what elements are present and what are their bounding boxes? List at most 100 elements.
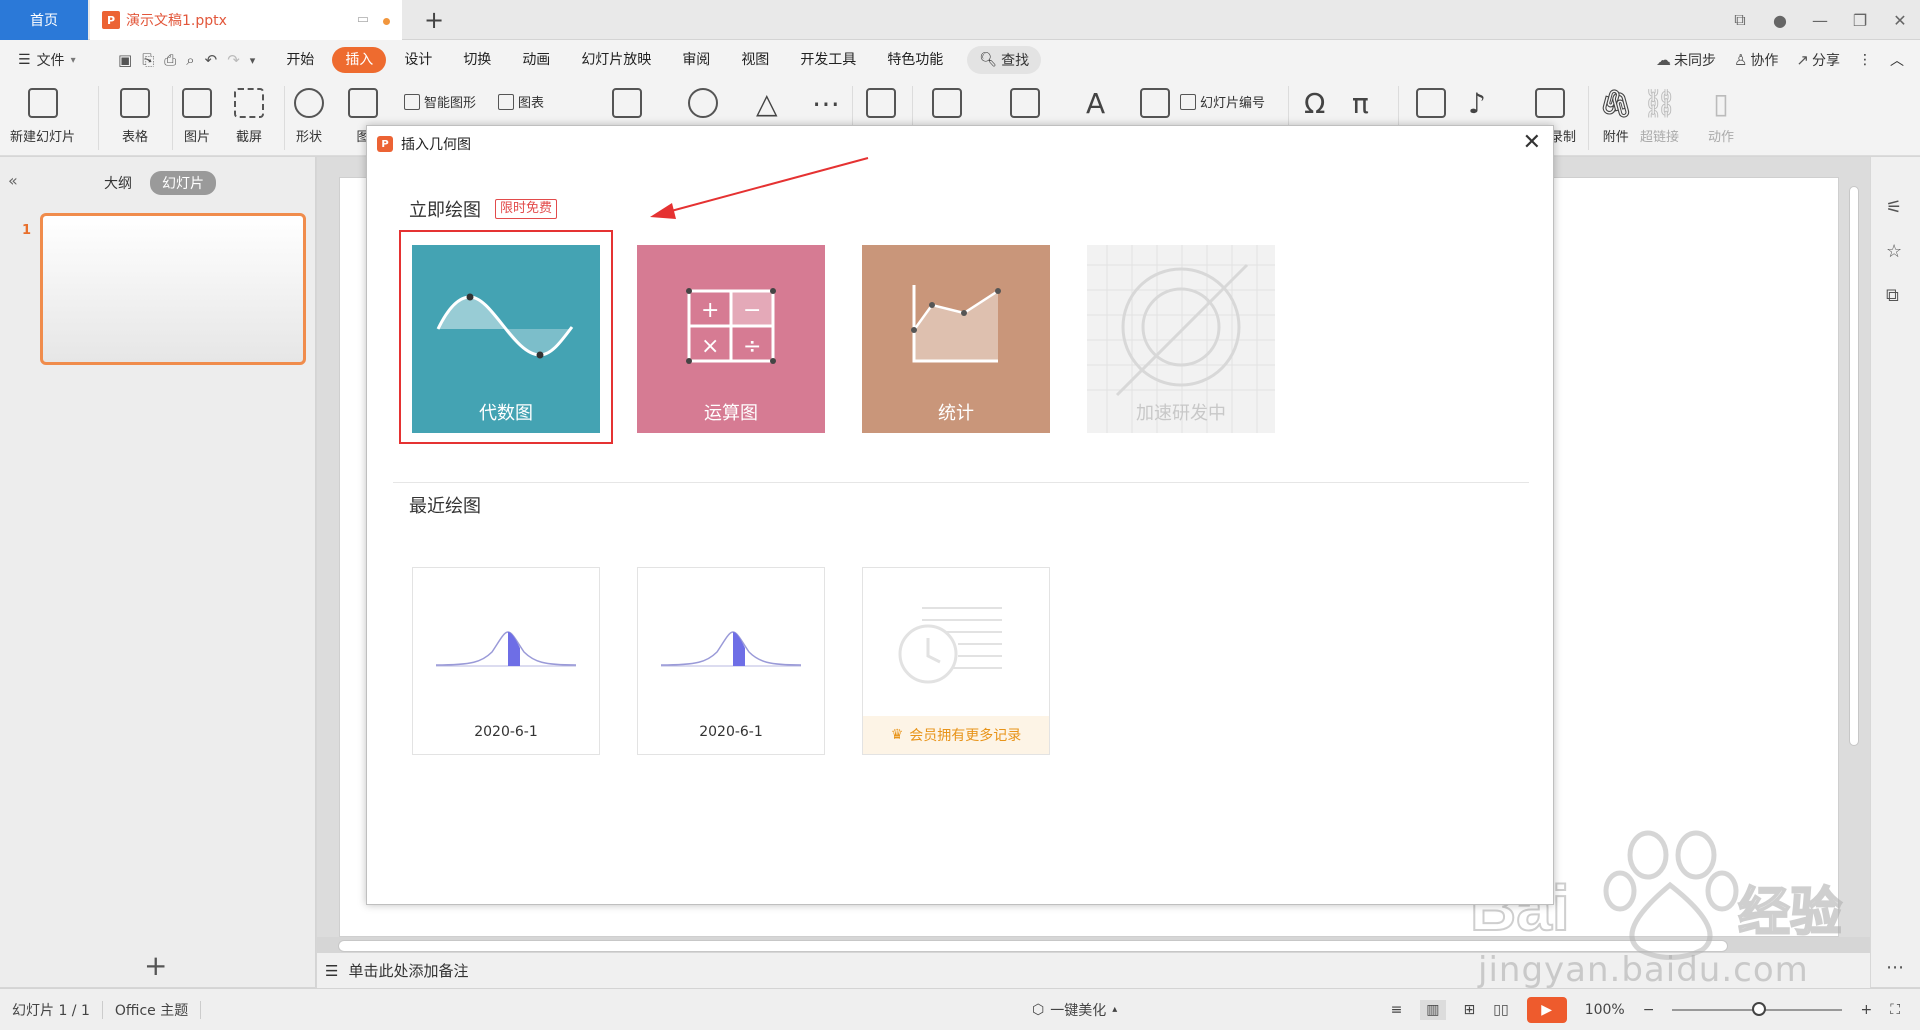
collapse-panel-icon[interactable]: «	[8, 171, 18, 190]
vip-more-records-button[interactable]: ♛ 会员拥有更多记录	[863, 716, 1049, 754]
speaker-icon: ♪	[1468, 87, 1486, 120]
undo-icon[interactable]: ↶	[205, 51, 218, 69]
shape-button[interactable]: 形状	[294, 88, 324, 145]
recent-drawing-date: 2020-6-1	[474, 724, 538, 740]
card-coming-soon-label: 加速研发中	[1136, 403, 1226, 424]
window-layout-icon[interactable]: ⧉	[1720, 10, 1760, 30]
tab-animation[interactable]: 动画	[509, 47, 563, 73]
screenshot-icon	[234, 88, 264, 118]
audio-button[interactable]: ♪	[1468, 88, 1486, 126]
wordart-button[interactable]: A	[1086, 88, 1105, 126]
redo-icon[interactable]: ↷	[227, 51, 240, 69]
equation-button[interactable]: π	[1352, 88, 1369, 126]
section-instant-title: 立即绘图	[409, 200, 481, 221]
tab-outline[interactable]: 大纲	[98, 171, 138, 195]
print-icon[interactable]: ⎙	[164, 51, 176, 69]
fit-window-icon[interactable]: ⛶	[1890, 1002, 1900, 1018]
action-button[interactable]: ▯ 动作	[1708, 88, 1734, 146]
tab-transition[interactable]: 切换	[450, 47, 504, 73]
vip-more-records-card[interactable]: ♛ 会员拥有更多记录	[862, 567, 1050, 755]
beautify-button[interactable]: ⬡ 一键美化 ▴	[1032, 1000, 1117, 1020]
hyperlink-button[interactable]: ⛓︎ 超链接	[1640, 88, 1679, 146]
search-label: 查找	[1001, 53, 1030, 69]
print-preview-icon[interactable]: ⌕	[186, 51, 194, 69]
object-button[interactable]	[1140, 88, 1170, 126]
card-operations[interactable]: + − × ÷ 运算图	[637, 245, 825, 433]
zoom-level[interactable]: 100%	[1585, 1002, 1625, 1018]
sorter-view-icon[interactable]: ⊞	[1464, 1002, 1476, 1018]
new-slide-icon	[27, 88, 58, 118]
more-insert-button[interactable]: ⋯	[812, 88, 840, 126]
tab-slideshow[interactable]: 幻灯片放映	[568, 47, 664, 73]
export-icon[interactable]: ⎘	[142, 51, 154, 69]
textbox-button[interactable]	[932, 88, 962, 126]
new-slide-button[interactable]: 新建幻灯片	[10, 88, 75, 145]
settings-sliders-icon[interactable]: ⚟	[1886, 197, 1902, 218]
tab-view[interactable]: 视图	[728, 47, 782, 73]
minimize-button[interactable]: —	[1800, 11, 1840, 30]
recent-drawing-1[interactable]: 2020-6-1	[412, 567, 600, 755]
vertical-scrollbar[interactable]	[1847, 180, 1859, 746]
zoom-in-button[interactable]: +	[1860, 1002, 1872, 1018]
theme-name[interactable]: Office 主题	[115, 1000, 188, 1020]
zoom-slider[interactable]	[1672, 1001, 1843, 1016]
comment-icon	[866, 88, 896, 118]
chevron-down-icon: ▾	[70, 54, 76, 66]
header-footer-button[interactable]	[1010, 88, 1040, 126]
tab-design[interactable]: 设计	[391, 47, 445, 73]
reading-view-icon[interactable]: ▯▯	[1493, 1002, 1508, 1018]
monitor-icon[interactable]: ▭	[357, 12, 369, 27]
add-slide-button[interactable]: +	[144, 949, 167, 982]
save-icon[interactable]: ▣	[118, 51, 132, 69]
restore-button[interactable]: ❐	[1840, 11, 1880, 30]
share-button[interactable]: ↗ 分享	[1796, 50, 1840, 70]
tab-review[interactable]: 审阅	[669, 47, 723, 73]
zoom-out-button[interactable]: −	[1643, 1002, 1655, 1018]
play-slideshow-button[interactable]: ▶	[1526, 996, 1567, 1023]
table-button[interactable]: 表格	[120, 88, 150, 145]
video-button[interactable]	[1416, 88, 1446, 126]
tab-special-features[interactable]: 特色功能	[874, 47, 956, 73]
flowchart-button[interactable]: △	[756, 88, 778, 126]
slide-number-button[interactable]: 幻灯片编号	[1180, 92, 1265, 111]
comment-button[interactable]	[866, 88, 896, 126]
close-window-button[interactable]: ✕	[1880, 11, 1920, 30]
search-button[interactable]: 🔍︎ 查找	[967, 46, 1042, 74]
tab-start[interactable]: 开始	[273, 47, 327, 73]
mind-map-button[interactable]	[688, 88, 718, 126]
svg-text:+: +	[701, 298, 719, 323]
screenshot-button[interactable]: 截屏	[234, 88, 264, 145]
smart-art-button[interactable]: 智能图形	[404, 92, 476, 111]
transition-icon[interactable]: ⧉	[1886, 285, 1899, 306]
symbol-button[interactable]: Ω	[1304, 88, 1325, 126]
tab-insert[interactable]: 插入	[332, 47, 387, 73]
close-dialog-button[interactable]: ✕	[1523, 132, 1541, 154]
tab-developer[interactable]: 开发工具	[787, 47, 869, 73]
sync-button[interactable]: ☁ 未同步	[1656, 50, 1716, 70]
ribbon-divider	[1588, 86, 1589, 150]
slide-thumbnail[interactable]	[40, 213, 306, 365]
new-tab-button[interactable]: +	[420, 6, 448, 34]
notes-toggle-icon[interactable]: ≡	[1391, 1002, 1403, 1018]
attachment-button[interactable]: 🖇︎ 附件	[1598, 88, 1634, 146]
more-options-icon[interactable]: ⋮	[1858, 52, 1872, 68]
avatar[interactable]: ●	[1760, 11, 1800, 30]
tab-home[interactable]: 首页	[0, 0, 88, 40]
chart-button[interactable]: 图表	[498, 92, 544, 111]
tab-document[interactable]: P 演示文稿1.pptx ▭	[90, 0, 402, 40]
card-statistics[interactable]: 统计	[862, 245, 1050, 433]
quick-access-chevron-icon[interactable]: ▾	[250, 54, 256, 67]
picture-button[interactable]: 图片	[182, 88, 212, 145]
notes-icon: ☰	[325, 961, 339, 980]
ribbon-divider	[284, 86, 285, 150]
search-icon: 🔍︎	[979, 52, 998, 68]
tab-slides[interactable]: 幻灯片	[150, 171, 216, 195]
recent-drawing-2[interactable]: 2020-6-1	[637, 567, 825, 755]
file-menu[interactable]: ☰ 文件 ▾	[0, 50, 108, 70]
collaborate-button[interactable]: ♙ 协作	[1734, 50, 1778, 70]
collapse-ribbon-icon[interactable]: ︿	[1890, 50, 1904, 70]
star-icon[interactable]: ☆	[1886, 241, 1902, 262]
geometry-button[interactable]	[612, 88, 642, 126]
normal-view-icon[interactable]: ▥	[1420, 999, 1446, 1020]
header-footer-icon	[1010, 88, 1040, 118]
